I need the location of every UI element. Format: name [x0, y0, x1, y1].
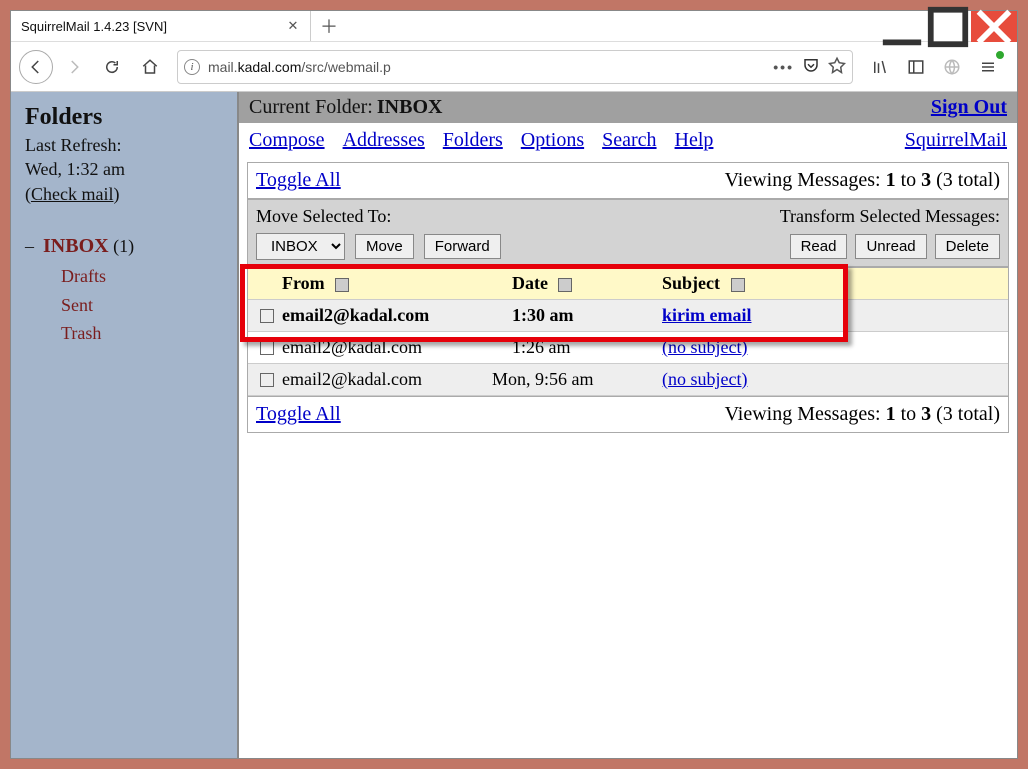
current-folder-name: INBOX — [377, 96, 443, 119]
message-row[interactable]: email2@kadal.com 1:26 am (no subject) — [248, 332, 1008, 364]
titlebar: SquirrelMail 1.4.23 [SVN] ✕ ＋ — [11, 11, 1017, 42]
last-refresh-info: Last Refresh: Wed, 1:32 am (Check mail) — [25, 133, 223, 206]
nav-options[interactable]: Options — [521, 129, 584, 152]
msg-date: 1:30 am — [512, 305, 662, 326]
msg-from: email2@kadal.com — [282, 369, 492, 390]
browser-tab[interactable]: SquirrelMail 1.4.23 [SVN] ✕ — [11, 11, 311, 41]
message-row[interactable]: email2@kadal.com 1:30 am kirim email — [248, 300, 1008, 332]
window-controls — [879, 11, 1017, 41]
sort-date-icon[interactable] — [558, 278, 572, 292]
toggle-all-bottom[interactable]: Toggle All — [256, 403, 341, 426]
browser-toolbar: i mail.kadal.com/src/webmail.p ••• — [11, 42, 1017, 92]
delete-button[interactable]: Delete — [935, 234, 1000, 259]
message-table: From Date Subject email2@kadal.com 1:30 … — [247, 267, 1009, 397]
msg-subject-link[interactable]: kirim email — [662, 305, 751, 325]
check-mail-link[interactable]: Check mail — [31, 184, 113, 204]
read-button[interactable]: Read — [790, 234, 848, 259]
pocket-icon[interactable] — [802, 56, 820, 77]
nav-help[interactable]: Help — [675, 129, 714, 152]
table-header: From Date Subject — [248, 268, 1008, 300]
msg-subject-link[interactable]: (no subject) — [662, 369, 747, 389]
toggle-all-top[interactable]: Toggle All — [256, 169, 341, 192]
brand-link[interactable]: SquirrelMail — [905, 129, 1007, 152]
close-window-button[interactable] — [971, 11, 1017, 42]
menu-button[interactable] — [971, 50, 1005, 84]
row-checkbox[interactable] — [260, 309, 274, 323]
inbox-unread-count: (1) — [113, 236, 134, 256]
maximize-button[interactable] — [925, 11, 971, 42]
signout-link[interactable]: Sign Out — [931, 96, 1007, 119]
forward-button[interactable] — [57, 50, 91, 84]
sent-link[interactable]: Sent — [61, 295, 93, 315]
browser-window: SquirrelMail 1.4.23 [SVN] ✕ ＋ — [10, 10, 1018, 759]
library-icon[interactable] — [863, 50, 897, 84]
home-button[interactable] — [133, 50, 167, 84]
unread-button[interactable]: Unread — [855, 234, 926, 259]
globe-icon[interactable] — [935, 50, 969, 84]
nav-folders[interactable]: Folders — [443, 129, 503, 152]
move-label: Move Selected To: — [256, 206, 391, 227]
viewing-info-bottom: Viewing Messages: 1 to 3 (3 total) — [725, 403, 1000, 426]
trash-link[interactable]: Trash — [61, 323, 101, 343]
inbox-link[interactable]: INBOX — [43, 235, 109, 257]
nav-compose[interactable]: Compose — [249, 129, 325, 152]
row-checkbox[interactable] — [260, 373, 274, 387]
site-info-icon[interactable]: i — [184, 59, 200, 75]
address-bar[interactable]: i mail.kadal.com/src/webmail.p ••• — [177, 50, 853, 84]
message-row[interactable]: email2@kadal.com Mon, 9:56 am (no subjec… — [248, 364, 1008, 396]
row-checkbox[interactable] — [260, 341, 274, 355]
back-button[interactable] — [19, 50, 53, 84]
current-folder-bar: Current Folder: INBOX Sign Out — [239, 92, 1017, 123]
sort-subject-icon[interactable] — [731, 278, 745, 292]
page-actions-icon[interactable]: ••• — [773, 59, 794, 75]
msg-from: email2@kadal.com — [282, 305, 512, 326]
toggle-row-top: Toggle All Viewing Messages: 1 to 3 (3 t… — [247, 162, 1009, 199]
sidebar-icon[interactable] — [899, 50, 933, 84]
move-button[interactable]: Move — [355, 234, 414, 259]
folders-sidebar: Folders Last Refresh: Wed, 1:32 am (Chec… — [11, 92, 239, 758]
nav-addresses[interactable]: Addresses — [343, 129, 425, 152]
action-bar: Move Selected To: Transform Selected Mes… — [247, 199, 1009, 267]
reload-button[interactable] — [95, 50, 129, 84]
tab-title: SquirrelMail 1.4.23 [SVN] — [21, 19, 284, 34]
forward-button-mail[interactable]: Forward — [424, 234, 501, 259]
msg-subject-link[interactable]: (no subject) — [662, 337, 747, 357]
bookmark-star-icon[interactable] — [828, 56, 846, 77]
msg-from: email2@kadal.com — [282, 337, 512, 358]
new-tab-button[interactable]: ＋ — [311, 11, 347, 41]
toggle-row-bottom: Toggle All Viewing Messages: 1 to 3 (3 t… — [247, 397, 1009, 433]
folder-list: – INBOX (1) Drafts Sent Trash — [25, 230, 223, 348]
drafts-link[interactable]: Drafts — [61, 266, 106, 286]
nav-search[interactable]: Search — [602, 129, 656, 152]
msg-date: 1:26 am — [512, 337, 662, 358]
msg-date: Mon, 9:56 am — [492, 369, 662, 390]
move-folder-select[interactable]: INBOX — [256, 233, 345, 260]
folder-inbox: – INBOX (1) — [25, 230, 223, 262]
minimize-button[interactable] — [879, 11, 925, 42]
page-content: Folders Last Refresh: Wed, 1:32 am (Chec… — [11, 92, 1017, 758]
main-panel: Current Folder: INBOX Sign Out Compose A… — [239, 92, 1017, 758]
tab-close-icon[interactable]: ✕ — [284, 17, 302, 35]
transform-label: Transform Selected Messages: — [780, 206, 1000, 227]
url-text: mail.kadal.com/src/webmail.p — [208, 59, 765, 75]
folders-heading: Folders — [25, 104, 223, 131]
sort-from-icon[interactable] — [335, 278, 349, 292]
squirrelmail-nav: Compose Addresses Folders Options Search… — [239, 123, 1017, 152]
viewing-info-top: Viewing Messages: 1 to 3 (3 total) — [725, 169, 1000, 192]
